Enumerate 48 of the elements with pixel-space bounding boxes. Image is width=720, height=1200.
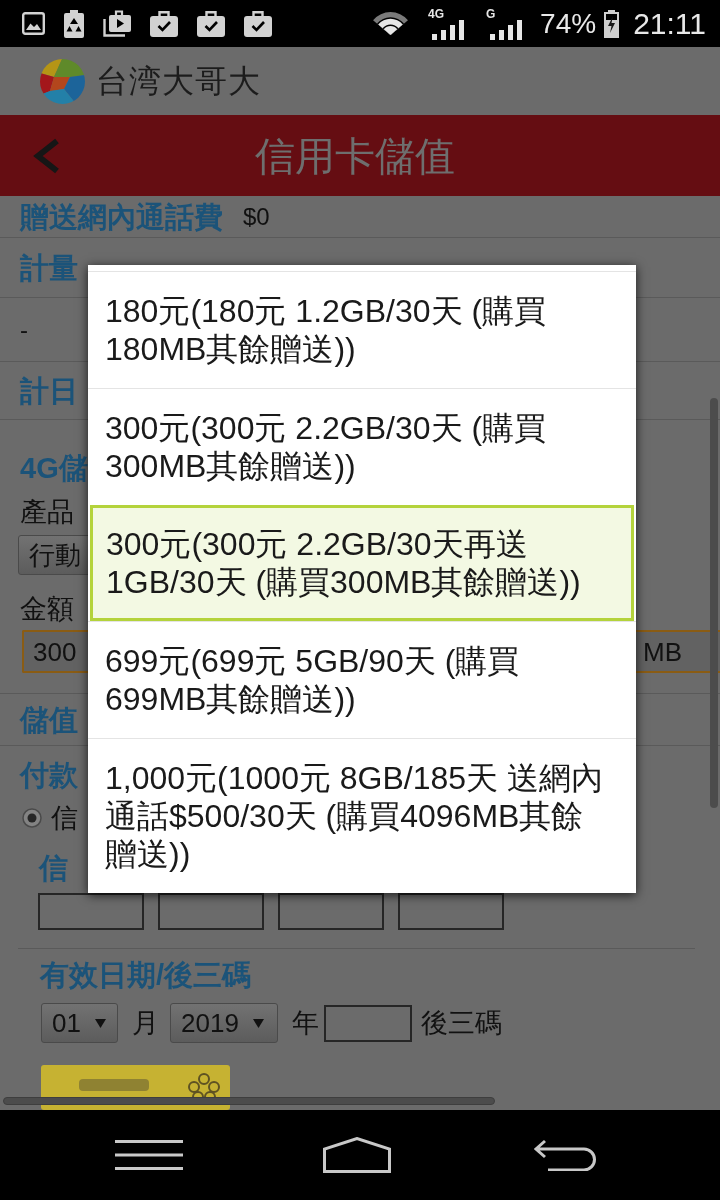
image-icon: [22, 12, 45, 35]
wifi-icon: [373, 12, 409, 35]
card-number-field[interactable]: [38, 893, 144, 930]
network-label: G: [486, 7, 496, 20]
check-bag-icon: [150, 10, 178, 37]
menu-icon[interactable]: [115, 1140, 183, 1170]
field-label: 計量: [20, 250, 78, 285]
network-label: 4G: [428, 7, 445, 20]
card-number-field[interactable]: [158, 893, 264, 930]
section-heading: 付款: [20, 758, 78, 792]
caret-icon: [94, 1018, 106, 1028]
radio-button[interactable]: [22, 808, 42, 828]
field-value: -: [20, 314, 28, 345]
section-heading: 4G儲: [20, 451, 88, 485]
field-label: 信: [39, 851, 68, 885]
dropdown-option[interactable]: 1,000元(1000元 8GB/185天 送網內通話$500/30天 (購買4096MB其餘贈送)): [88, 738, 636, 893]
signal-icon: [490, 19, 525, 40]
unit-label: 年: [292, 1008, 319, 1038]
field-value: $0: [243, 201, 270, 232]
section-heading: 有效日期/後三碼: [40, 958, 252, 992]
card-number-field[interactable]: [278, 893, 384, 930]
check-bag-icon: [244, 10, 272, 37]
back-icon[interactable]: [534, 1139, 596, 1171]
battery-recycle-icon: [64, 9, 84, 38]
cvv-field[interactable]: [324, 1004, 412, 1042]
battery-percent: 74%: [540, 7, 597, 40]
home-icon[interactable]: [323, 1137, 391, 1173]
check-bag-icon: [197, 10, 225, 37]
dropdown-option[interactable]: 699元(699元 5GB/90天 (購買699MB其餘贈送)): [88, 621, 636, 738]
play-bag-icon: [103, 10, 131, 37]
field-label: 計日: [20, 373, 78, 408]
dropdown-option[interactable]: 180元(180元 1.2GB/30天 (購買180MB其餘贈送)): [88, 271, 636, 388]
field-label: 贈送網內通話費: [20, 199, 223, 234]
clock-time: 21:11: [633, 6, 706, 41]
field-label: 後三碼: [421, 1008, 502, 1038]
logo-icon: [40, 58, 85, 104]
caret-icon: [252, 1018, 264, 1028]
card-number-field[interactable]: [398, 893, 504, 930]
dropdown-option[interactable]: 300元(300元 2.2GB/30天再送1GB/30天 (購買300MB其餘贈送)): [90, 505, 634, 621]
field-label: 產品: [20, 497, 74, 527]
option-label: 信: [51, 803, 78, 833]
section-heading: 儲值: [20, 702, 78, 737]
battery-charging-icon: [604, 9, 620, 38]
signal-icon: [432, 19, 467, 40]
brand-name: 台湾大哥大: [96, 62, 261, 100]
page-title: 信用卡儲值: [255, 132, 455, 179]
unit-label: 月: [132, 1008, 159, 1038]
field-label: 金額: [20, 594, 74, 624]
